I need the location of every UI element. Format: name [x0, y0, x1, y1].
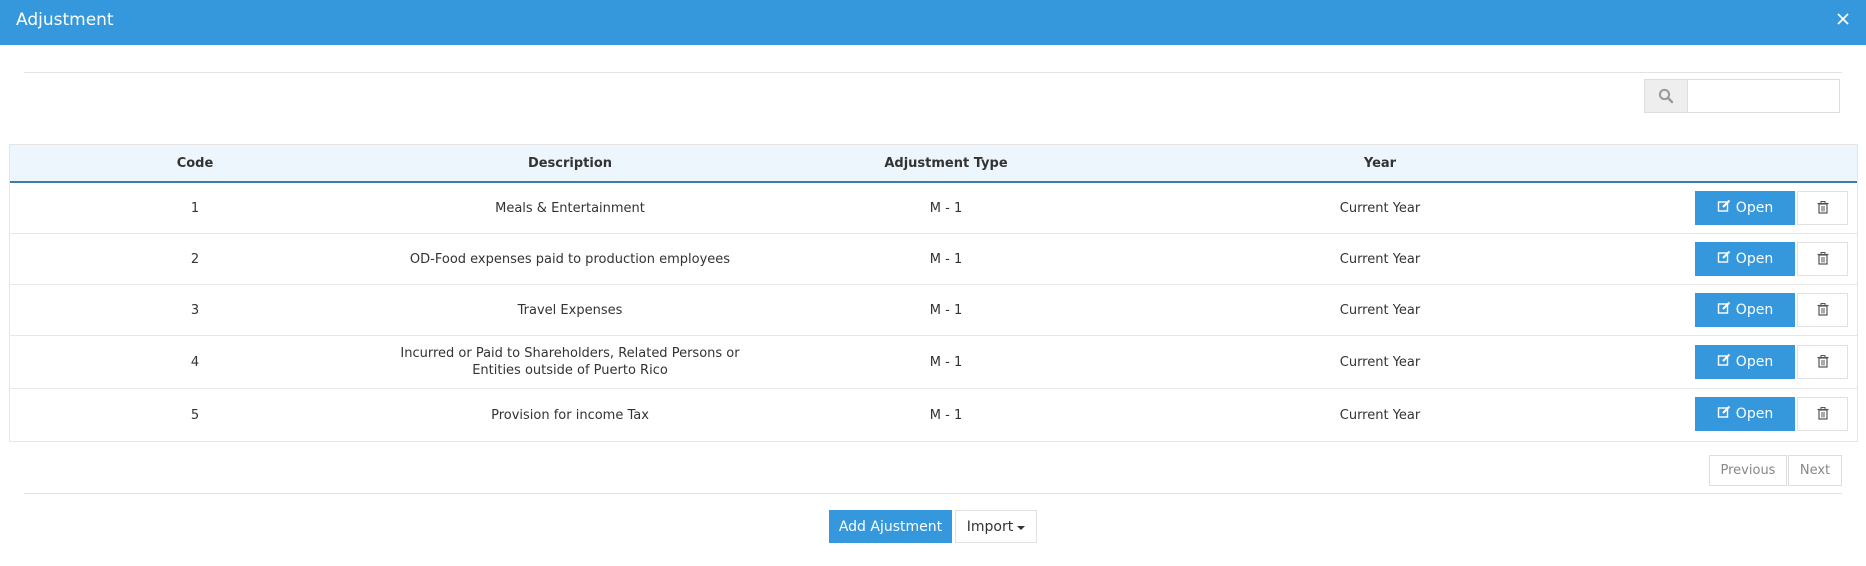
caret-down-icon	[1017, 525, 1026, 530]
trash-icon	[1817, 353, 1829, 372]
description-text: OD-Food expenses paid to production empl…	[409, 251, 731, 267]
import-dropdown-button[interactable]: Import	[955, 510, 1037, 543]
description-cell: Meals & Entertainment	[380, 183, 760, 233]
delete-button[interactable]	[1797, 191, 1848, 225]
open-button[interactable]: Open	[1695, 345, 1795, 379]
description-cell: Provision for income Tax	[380, 389, 760, 441]
description-text: Provision for income Tax	[491, 407, 649, 423]
trash-icon	[1817, 301, 1829, 320]
open-button[interactable]: Open	[1695, 293, 1795, 327]
edit-icon	[1717, 199, 1731, 217]
trash-icon	[1817, 250, 1829, 269]
search-box	[1644, 79, 1840, 113]
bottom-divider	[24, 493, 1842, 494]
column-header-description: Description	[527, 156, 613, 171]
description-cell: OD-Food expenses paid to production empl…	[380, 234, 760, 284]
adjustment-type-cell: M - 1	[929, 251, 963, 267]
next-page-button[interactable]: Next	[1788, 455, 1842, 486]
description-cell: Travel Expenses	[380, 285, 760, 335]
column-header-year: Year	[1363, 156, 1397, 171]
description-cell: Incurred or Paid to Shareholders, Relate…	[380, 336, 760, 388]
edit-icon	[1717, 353, 1731, 371]
code-cell: 1	[190, 200, 200, 216]
delete-button[interactable]	[1797, 397, 1848, 431]
table-row: 4 Incurred or Paid to Shareholders, Rela…	[10, 336, 1857, 389]
code-cell: 4	[190, 354, 200, 370]
column-header-code: Code	[176, 156, 214, 171]
year-cell: Current Year	[1339, 354, 1421, 370]
open-button-label: Open	[1735, 406, 1774, 422]
open-button[interactable]: Open	[1695, 242, 1795, 276]
add-adjustment-button[interactable]: Add Ajustment	[829, 510, 952, 543]
open-button[interactable]: Open	[1695, 397, 1795, 431]
year-cell: Current Year	[1339, 302, 1421, 318]
trash-icon	[1817, 405, 1829, 424]
adjustment-type-cell: M - 1	[929, 200, 963, 216]
close-icon[interactable]	[1832, 8, 1854, 30]
open-button[interactable]: Open	[1695, 191, 1795, 225]
description-text: Incurred or Paid to Shareholders, Relate…	[400, 346, 740, 378]
edit-icon	[1717, 301, 1731, 319]
code-cell: 5	[190, 407, 200, 423]
table-row: 5 Provision for income Tax M - 1 Current…	[10, 389, 1857, 441]
year-cell: Current Year	[1339, 407, 1421, 423]
code-cell: 3	[190, 302, 200, 318]
modal-header: Adjustment	[0, 0, 1866, 45]
open-button-label: Open	[1735, 200, 1774, 216]
search-input[interactable]	[1688, 80, 1838, 112]
table-row: 1 Meals & Entertainment M - 1 Current Ye…	[10, 183, 1857, 234]
description-text: Meals & Entertainment	[495, 200, 645, 216]
code-cell: 2	[190, 251, 200, 267]
edit-icon	[1717, 405, 1731, 423]
open-button-label: Open	[1735, 302, 1774, 318]
delete-button[interactable]	[1797, 293, 1848, 327]
modal-title: Adjustment	[16, 10, 114, 30]
open-button-label: Open	[1735, 354, 1774, 370]
delete-button[interactable]	[1797, 242, 1848, 276]
year-cell: Current Year	[1339, 251, 1421, 267]
adjustments-table: Code Description Adjustment Type Year 1 …	[9, 144, 1858, 442]
adjustment-type-cell: M - 1	[929, 407, 963, 423]
table-row: 2 OD-Food expenses paid to production em…	[10, 234, 1857, 285]
top-divider	[24, 72, 1842, 73]
trash-icon	[1817, 199, 1829, 218]
adjustment-type-cell: M - 1	[929, 302, 963, 318]
import-label: Import	[966, 518, 1014, 535]
table-row: 3 Travel Expenses M - 1 Current Year Ope…	[10, 285, 1857, 336]
delete-button[interactable]	[1797, 345, 1848, 379]
description-text: Travel Expenses	[517, 302, 623, 318]
previous-page-button[interactable]: Previous	[1709, 455, 1787, 486]
open-button-label: Open	[1735, 251, 1774, 267]
column-header-adjustment-type: Adjustment Type	[884, 156, 1008, 171]
year-cell: Current Year	[1339, 200, 1421, 216]
edit-icon	[1717, 250, 1731, 268]
adjustment-type-cell: M - 1	[929, 354, 963, 370]
table-header: Code Description Adjustment Type Year	[10, 145, 1857, 183]
adjustment-modal: Adjustment Code Description Adjustment T…	[0, 0, 1866, 566]
search-icon[interactable]	[1645, 80, 1688, 112]
